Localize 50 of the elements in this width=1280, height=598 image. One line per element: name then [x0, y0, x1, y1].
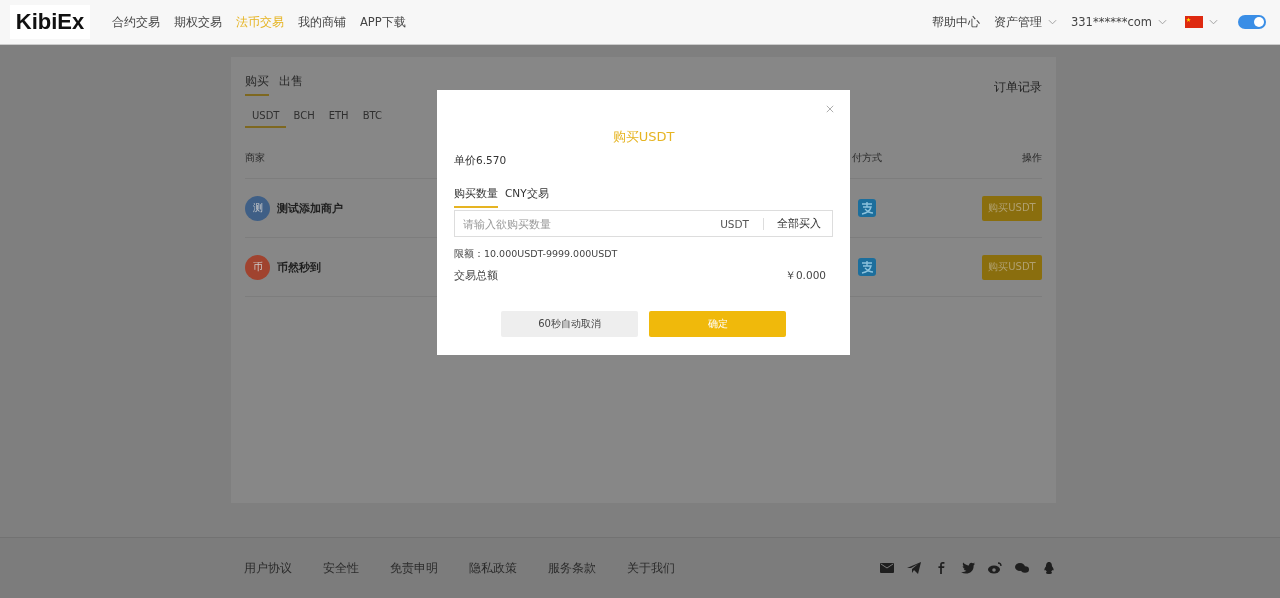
total-value: ￥0.000 — [784, 269, 826, 283]
mail-icon[interactable] — [880, 562, 894, 574]
limit-text: 限额：10.000USDT-9999.000USDT — [454, 248, 619, 261]
coin-tab[interactable]: USDT — [245, 110, 287, 128]
trade-tab[interactable]: 出售 — [279, 73, 303, 96]
unit-label: USDT — [720, 217, 764, 230]
flag-icon[interactable] — [1185, 16, 1203, 28]
nav-link[interactable]: APP下载 — [360, 14, 406, 30]
nav-link[interactable]: 我的商铺 — [298, 14, 346, 30]
total-label: 交易总额 — [454, 269, 498, 283]
bird-icon[interactable] — [961, 562, 975, 574]
footer-link[interactable]: 关于我们 — [627, 560, 675, 576]
penguin-icon[interactable] — [1042, 562, 1056, 574]
column-header: 商家 — [245, 152, 265, 163]
assets-menu[interactable]: 资产管理 — [994, 14, 1042, 30]
footer-link[interactable]: 用户协议 — [244, 560, 292, 576]
coin-tab[interactable]: BCH — [286, 110, 322, 128]
payment-icon — [858, 258, 876, 276]
account-menu[interactable]: 331******com — [1071, 15, 1152, 29]
coin-tab[interactable]: ETH — [321, 110, 356, 128]
eye-icon[interactable] — [988, 562, 1002, 574]
cancel-button[interactable]: 60秒自动取消 — [501, 311, 638, 337]
amount-tab[interactable]: CNY交易 — [505, 187, 549, 208]
chat-bubbles-icon[interactable] — [1015, 562, 1029, 574]
payment-icon — [858, 199, 876, 217]
footer-link[interactable]: 服务条款 — [548, 560, 596, 576]
amount-field[interactable]: 请输入欲购买数量 USDT 全部买入 — [454, 210, 833, 237]
column-header: 操作 — [1022, 152, 1042, 163]
merchant-name: 币然秒到 — [277, 259, 321, 275]
theme-toggle[interactable] — [1238, 15, 1266, 29]
amount-tab[interactable]: 购买数量 — [454, 187, 498, 208]
avatar: 测 — [245, 195, 270, 221]
footer-link[interactable]: 安全性 — [323, 560, 359, 576]
avatar: 币 — [245, 254, 270, 280]
coin-tab[interactable]: BTC — [355, 110, 389, 128]
nav-link[interactable]: 合约交易 — [112, 14, 160, 30]
unit-price: 单价6.570 — [454, 154, 508, 168]
buy-all-link[interactable]: 全部买入 — [764, 216, 832, 231]
merchant-name: 测试添加商户 — [277, 200, 343, 216]
nav-link[interactable]: 期权交易 — [174, 14, 222, 30]
footer-link[interactable]: 免责申明 — [390, 560, 438, 576]
paper-plane-icon[interactable] — [907, 562, 921, 574]
close-icon[interactable] — [826, 105, 834, 113]
logo[interactable]: KibiEx — [10, 5, 90, 39]
dialog-title: 购买USDT — [611, 128, 676, 146]
help-link[interactable]: 帮助中心 — [932, 14, 980, 30]
column-header: 付方式 — [852, 152, 882, 163]
order-record-link[interactable]: 订单记录 — [994, 79, 1042, 96]
footer-link[interactable]: 隐私政策 — [469, 560, 517, 576]
trade-tab[interactable]: 购买 — [245, 73, 269, 96]
